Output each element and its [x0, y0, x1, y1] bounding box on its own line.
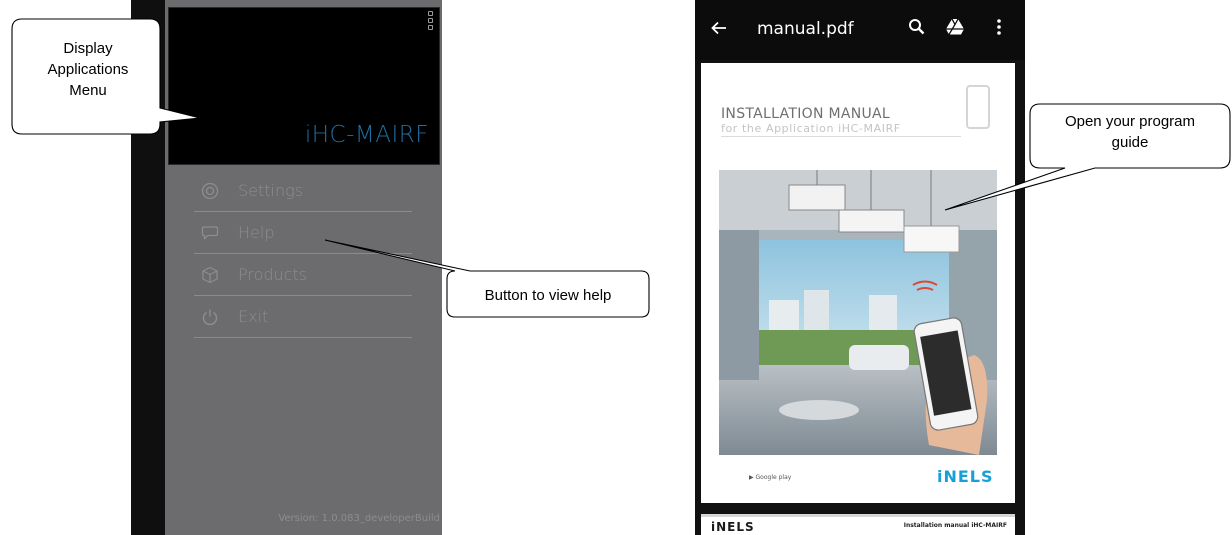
cover-photo — [719, 170, 997, 455]
callout-line: Open your program — [1064, 113, 1196, 130]
callout-display-apps-menu: Display Applications Menu — [20, 38, 156, 101]
menu-label: Settings — [238, 181, 304, 200]
power-icon — [200, 307, 220, 327]
menu-item-products[interactable]: Products — [194, 254, 412, 296]
callout-program-guide: Open your program guide — [1032, 111, 1228, 153]
inels-logo: iNELS — [711, 520, 755, 534]
pdf-page[interactable]: INSTALLATION MANUAL for the Application … — [701, 63, 1015, 503]
callout-line: guide — [1111, 134, 1149, 151]
viewer-toolbar: manual.pdf — [695, 0, 1025, 60]
callout-line: Display — [63, 40, 113, 57]
inels-logo: iNELS — [937, 467, 994, 486]
callout-help-button: Button to view help — [484, 287, 612, 304]
pdf-title: INSTALLATION MANUAL — [721, 106, 891, 122]
menu-item-help[interactable]: Help — [194, 212, 412, 254]
menu-label: Products — [238, 265, 308, 284]
drawer-menu: Settings Help Products Exit — [194, 170, 412, 338]
menu-label: Exit — [238, 307, 269, 326]
settings-icon — [200, 181, 220, 201]
callout-line: Applications — [47, 61, 129, 78]
pdf-next-page[interactable]: iNELS Installation manual iHC-MAIRF — [701, 514, 1015, 535]
apps-menu-icon[interactable] — [428, 11, 434, 30]
more-icon[interactable] — [996, 18, 1002, 40]
callout-line: Menu — [69, 82, 107, 99]
google-play-badge: ▶ Google play — [749, 474, 792, 481]
back-arrow-icon[interactable] — [710, 18, 728, 42]
menu-label: Help — [238, 223, 275, 242]
pdf-subtitle: for the Application iHC-MAIRF — [721, 122, 901, 135]
divider — [721, 136, 961, 137]
search-icon[interactable] — [908, 18, 926, 40]
drive-icon[interactable] — [945, 18, 965, 40]
app-title: iHC-MAIRF — [304, 122, 429, 148]
next-page-title: Installation manual iHC-MAIRF — [903, 522, 1007, 529]
version-label: Version: 1.0.083_developerBuild — [278, 513, 440, 524]
menu-item-exit[interactable]: Exit — [194, 296, 412, 338]
products-icon — [200, 265, 220, 285]
menu-item-settings[interactable]: Settings — [194, 170, 412, 212]
file-name: manual.pdf — [757, 19, 854, 39]
phone-outline-icon — [966, 85, 990, 129]
app-header: iHC-MAIRF — [168, 7, 440, 165]
help-icon — [200, 223, 220, 243]
